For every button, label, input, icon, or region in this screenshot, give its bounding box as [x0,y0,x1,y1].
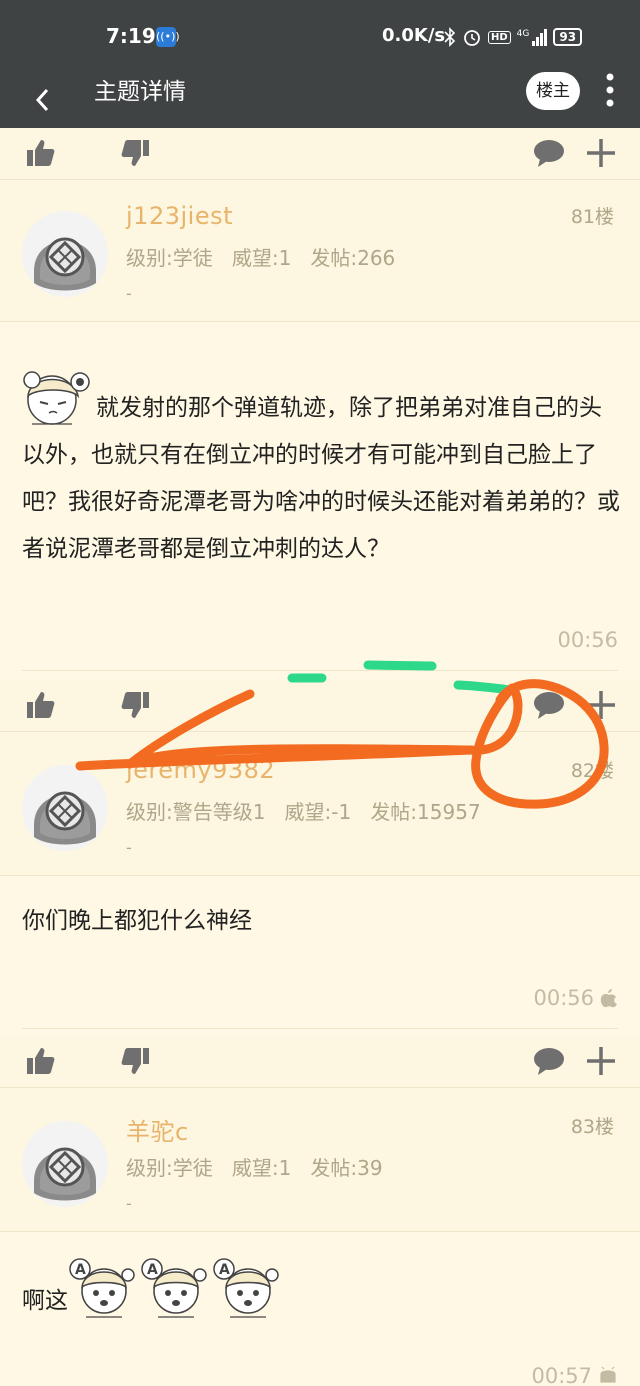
post-time: 00:56 [557,628,618,652]
alarm-icon [464,30,480,46]
default-avatar-icon[interactable] [22,211,108,297]
post-time: 00:57 [531,1364,618,1386]
status-icons: HD 4G 93 [444,26,583,48]
user-signature: - [126,1194,132,1213]
user-post-count: 发帖:39 [310,1156,383,1180]
post-text: 就发射的那个弹道轨迹，除了把弟弟对准自己的头以外，也就只有在倒立冲的时候才有可能… [22,395,620,562]
apple-icon [600,989,617,1008]
more-options-icon[interactable] [600,72,620,112]
post-text: 啊这 [22,1288,68,1314]
user-prestige: 威望:-1 [284,800,352,824]
thumbs-down-icon[interactable] [118,688,152,722]
hd-icon: HD [488,30,511,44]
signal-icon: 4G [516,28,548,46]
post-content: 就发射的那个弹道轨迹，除了把弟弟对准自己的头以外，也就只有在倒立冲的时候才有可能… [22,366,620,573]
anime-sticker-icon: A [69,1257,135,1318]
status-time: 7:19 [106,24,156,48]
svg-text:A: A [147,1262,158,1278]
post-action-bar [0,1036,640,1088]
post-time: 00:56 [533,986,618,1010]
user-prestige: 威望:1 [231,1156,292,1180]
anime-sticker-icon: A [141,1257,207,1318]
post-time-text: 00:56 [557,628,618,652]
add-icon[interactable] [584,1044,618,1078]
post-action-bar [0,680,640,732]
floor-number: 81楼 [570,206,614,228]
svg-text:A: A [75,1262,86,1278]
back-arrow-icon[interactable] [28,82,58,118]
post-body: 你们晚上都犯什么神经 00:56 [0,876,640,1036]
default-avatar-icon[interactable] [22,765,108,851]
add-icon[interactable] [584,688,618,722]
user-info: 级别:警告等级1 威望:-1 发帖:15957 [126,796,481,825]
post-body: 就发射的那个弹道轨迹，除了把弟弟对准自己的头以外，也就只有在倒立冲的时候才有可能… [0,322,640,680]
battery-indicator: 93 [553,28,583,46]
post-header: jeremy9382 级别:警告等级1 威望:-1 发帖:15957 - 82楼 [0,734,640,876]
user-post-count: 发帖:15957 [370,800,481,824]
post-content: 你们晚上都犯什么神经 [22,898,620,945]
post-time-text: 00:57 [531,1364,592,1386]
default-avatar-icon[interactable] [22,1121,108,1207]
signal-label: 4G [516,28,530,39]
page-title: 主题详情 [94,79,186,105]
app-bar: 主题详情 楼主 [0,72,640,128]
svg-text:A: A [219,1262,230,1278]
post-header: j123jiest 级别:学徒 威望:1 发帖:266 - 81楼 [0,180,640,322]
divider [22,1028,618,1029]
thumbs-up-icon[interactable] [24,1044,58,1078]
thumbs-down-icon[interactable] [118,1044,152,1078]
user-info: 级别:学徒 威望:1 发帖:266 [126,242,395,271]
thumbs-down-icon[interactable] [118,136,152,170]
user-info: 级别:学徒 威望:1 发帖:39 [126,1152,383,1181]
username[interactable]: j123jiest [126,202,233,230]
louzhu-button[interactable]: 楼主 [526,72,580,110]
thumbs-up-icon[interactable] [24,136,58,170]
post-text: 你们晚上都犯什么神经 [22,908,252,934]
post-body: 啊这 A A A 00:57 [0,1232,640,1386]
bluetooth-icon [444,27,456,47]
comment-icon[interactable] [532,688,566,722]
user-post-count: 发帖:266 [310,246,396,270]
anime-sticker-icon [23,371,90,425]
user-level: 级别:警告等级1 [126,800,266,824]
username[interactable]: 羊驼c [126,1112,189,1147]
android-icon [600,1366,616,1383]
hotspot-icon: ((•)) [156,27,180,47]
user-level: 级别:学徒 [126,1156,213,1180]
post-action-bar [0,128,640,180]
thumbs-up-icon[interactable] [24,688,58,722]
post-time-text: 00:56 [533,986,594,1010]
add-icon[interactable] [584,136,618,170]
anime-sticker-icon: A [213,1257,279,1318]
floor-number: 82楼 [570,760,614,782]
user-signature: - [126,284,132,303]
divider [22,670,618,671]
comment-icon[interactable] [532,136,566,170]
post-content: 啊这 A A A [22,1252,620,1325]
network-speed: 0.0K/s [382,25,446,46]
status-bar: 7:19 ((•)) 0.0K/s HD 4G 93 [0,0,640,72]
comment-icon[interactable] [532,1044,566,1078]
post-header: 羊驼c 级别:学徒 威望:1 发帖:39 - 83楼 [0,1090,640,1232]
floor-number: 83楼 [570,1116,614,1138]
user-signature: - [126,838,132,857]
user-level: 级别:学徒 [126,246,213,270]
user-prestige: 威望:1 [231,246,292,270]
username[interactable]: jeremy9382 [126,756,275,784]
